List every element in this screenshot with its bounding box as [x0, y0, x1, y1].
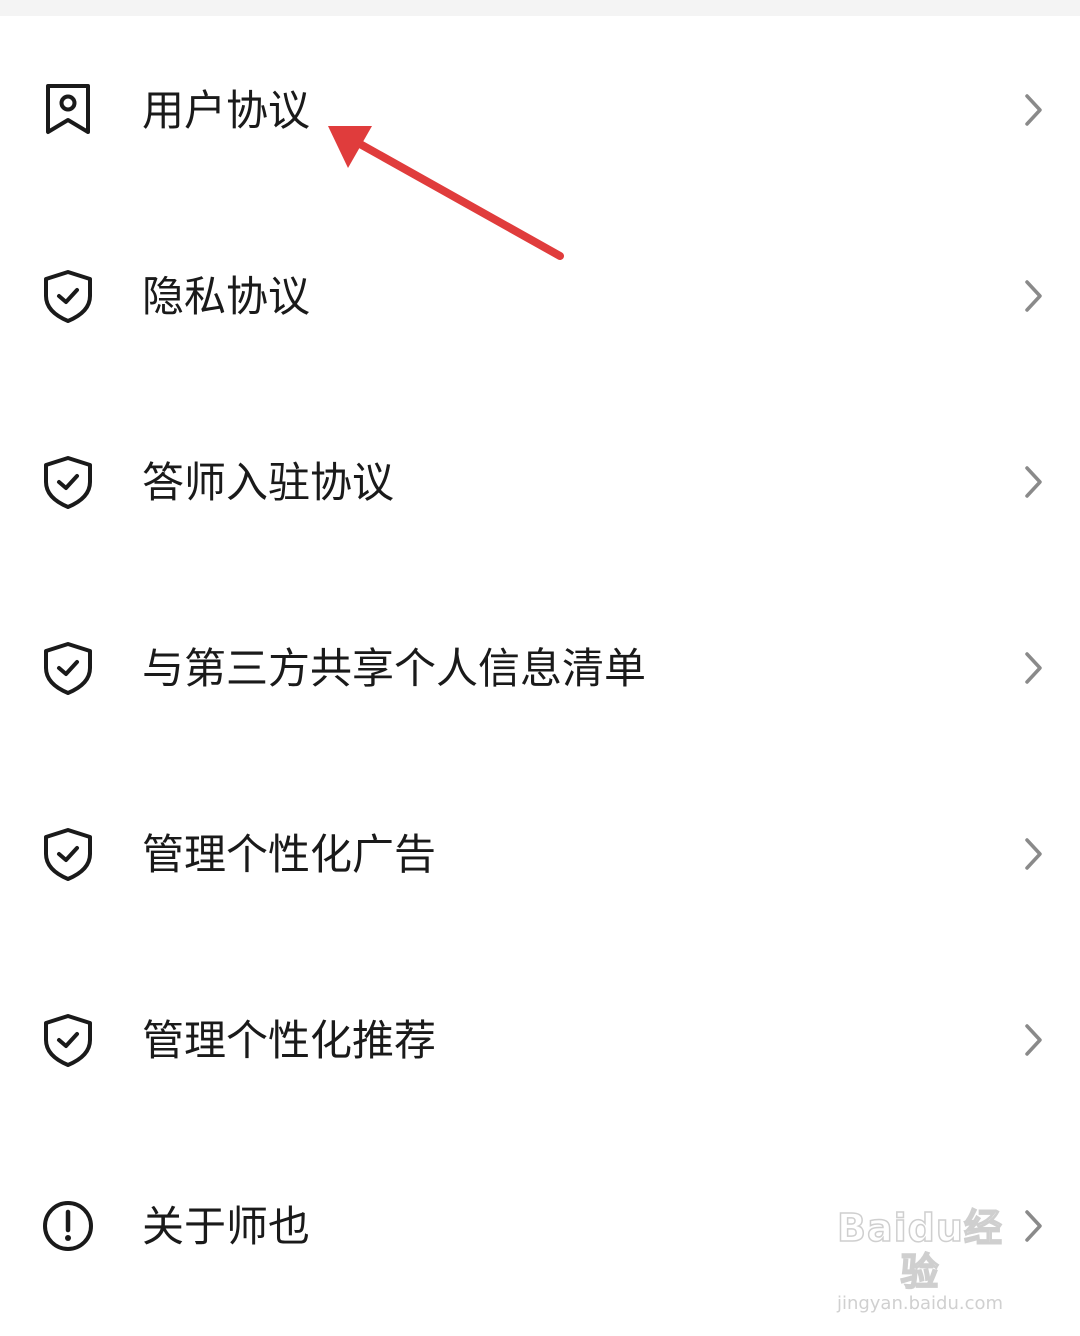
menu-item-personalized-recommendations[interactable]: 管理个性化推荐	[0, 946, 1080, 1132]
chevron-right-icon	[1025, 1024, 1042, 1056]
bookmark-user-icon	[46, 84, 90, 134]
menu-item-label: 管理个性化广告	[142, 830, 437, 879]
shield-check-icon	[44, 642, 92, 695]
menu-item-label: 隐私协议	[142, 272, 311, 321]
menu-item-privacy-agreement[interactable]: 隐私协议	[0, 202, 1080, 388]
menu-item-third-party-sharing[interactable]: 与第三方共享个人信息清单	[0, 574, 1080, 760]
shield-check-icon	[44, 1014, 92, 1067]
shield-check-icon	[44, 828, 92, 881]
settings-page: 用户协议 隐私协议 答师入驻协议 与第三方共享个人信息清单 管理个性化广告 管理…	[0, 0, 1080, 1336]
menu-item-tutor-agreement[interactable]: 答师入驻协议	[0, 388, 1080, 574]
menu-item-label: 管理个性化推荐	[142, 1016, 437, 1065]
menu-item-label: 答师入驻协议	[142, 458, 395, 507]
chevron-right-icon	[1025, 280, 1042, 312]
watermark-logo: Baidu经验	[836, 1205, 1003, 1295]
menu-item-label: 与第三方共享个人信息清单	[142, 644, 647, 693]
chevron-right-icon	[1025, 652, 1042, 684]
chevron-right-icon	[1025, 466, 1042, 498]
chevron-right-icon	[1025, 838, 1042, 870]
baidu-watermark: Baidu经验 jingyan.baidu.com	[820, 1205, 1020, 1314]
menu-item-label: 关于师也	[142, 1202, 311, 1251]
menu-item-user-agreement[interactable]: 用户协议	[0, 16, 1080, 202]
menu-item-personalized-ads[interactable]: 管理个性化广告	[0, 760, 1080, 946]
top-divider	[0, 0, 1080, 16]
menu-item-label: 用户协议	[142, 86, 311, 135]
chevron-right-icon	[1025, 94, 1042, 126]
shield-check-icon	[44, 456, 92, 509]
settings-menu: 用户协议 隐私协议 答师入驻协议 与第三方共享个人信息清单 管理个性化广告 管理…	[0, 16, 1080, 1318]
info-exclamation-icon	[43, 1201, 93, 1251]
watermark-url: jingyan.baidu.com	[836, 1293, 1004, 1314]
shield-check-icon	[44, 270, 92, 323]
chevron-right-icon	[1025, 1210, 1042, 1242]
